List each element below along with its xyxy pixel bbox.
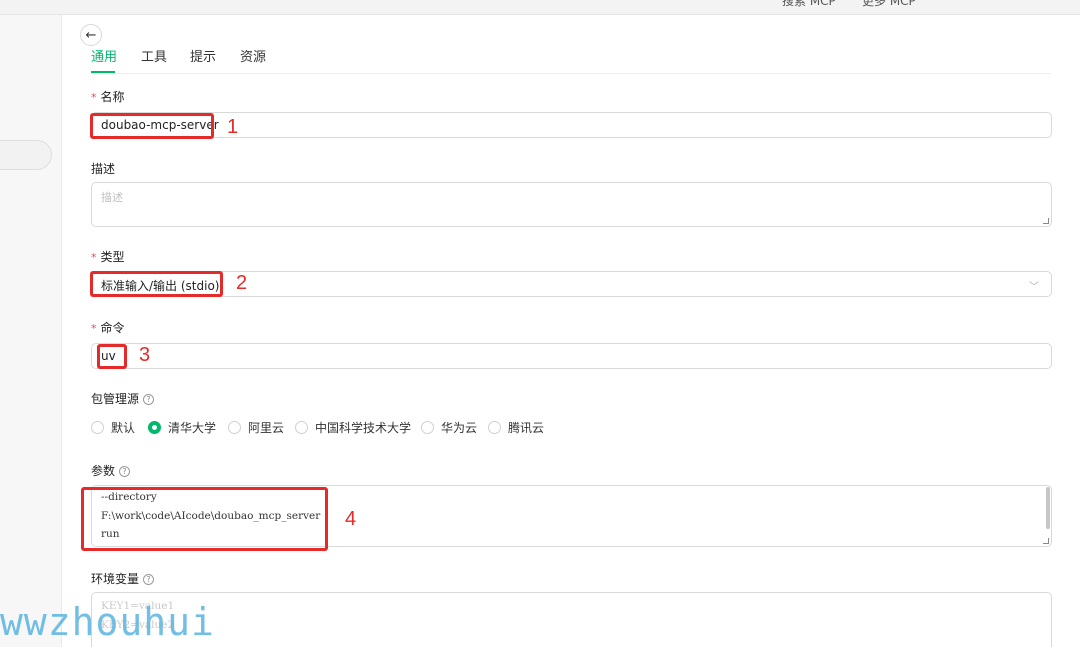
args-label: 参数? — [91, 462, 131, 479]
top-bar: 搜索 MCP 更多 MCP — [0, 0, 1080, 15]
radio-circle — [488, 421, 501, 434]
radio-aliyun[interactable]: 阿里云 — [228, 419, 284, 436]
radio-circle — [421, 421, 434, 434]
resize-handle-icon[interactable] — [1043, 538, 1049, 544]
annotation-number-4: 4 — [345, 508, 357, 530]
name-label: * 名称 — [91, 90, 125, 104]
radio-huawei[interactable]: 华为云 — [421, 419, 477, 436]
required-mark: * — [91, 91, 97, 104]
search-mcp-link[interactable]: 搜索 MCP — [782, 0, 836, 9]
resize-handle-icon[interactable] — [1043, 218, 1049, 224]
radio-circle — [91, 421, 104, 434]
radio-circle — [228, 421, 241, 434]
tab-prompts[interactable]: 提示 — [190, 46, 216, 65]
annotation-box-1 — [90, 113, 214, 139]
radio-circle — [295, 421, 308, 434]
more-mcp-link[interactable]: 更多 MCP — [862, 0, 916, 9]
tab-general[interactable]: 通用 — [91, 46, 117, 65]
chevron-down-icon: ﹀ — [1029, 282, 1039, 293]
annotation-number-1: 1 — [227, 116, 239, 138]
description-placeholder: 描述 — [101, 191, 123, 204]
description-textarea[interactable]: 描述 — [91, 182, 1052, 227]
radio-ustc[interactable]: 中国科学技术大学 — [295, 419, 411, 436]
type-label: * 类型 — [91, 250, 125, 264]
help-icon[interactable]: ? — [119, 466, 131, 477]
mcp-settings-panel — [78, 15, 1080, 647]
sidebar-selected-item[interactable] — [0, 140, 52, 170]
help-icon[interactable]: ? — [143, 394, 155, 405]
annotation-box-2 — [90, 271, 223, 297]
env-placeholder-line: KEY1=value1 — [101, 600, 175, 612]
arrow-left-icon: ← — [85, 27, 97, 43]
back-button[interactable]: ← — [80, 24, 102, 46]
command-label: * 命令 — [91, 321, 125, 335]
tab-tools[interactable]: 工具 — [141, 46, 167, 65]
watermark: wwzhouhui — [0, 600, 215, 644]
registry-label: 包管理源? — [91, 390, 155, 407]
tabs-divider — [91, 73, 1051, 74]
required-mark: * — [91, 322, 97, 335]
command-input[interactable]: uv — [91, 343, 1052, 369]
annotation-number-2: 2 — [236, 272, 248, 294]
tab-resources[interactable]: 资源 — [240, 46, 266, 65]
required-mark: * — [91, 251, 97, 264]
radio-tencent[interactable]: 腾讯云 — [488, 419, 544, 436]
help-icon[interactable]: ? — [143, 574, 155, 585]
description-label: 描述 — [91, 162, 116, 176]
radio-tsinghua[interactable]: 清华大学 — [148, 419, 216, 436]
annotation-box-4 — [81, 487, 328, 551]
args-scrollbar[interactable] — [1046, 487, 1050, 529]
annotation-number-3: 3 — [139, 344, 151, 366]
env-textarea[interactable]: KEY1=value1 KEY2=value2 — [91, 592, 1052, 647]
sidebar — [0, 15, 62, 647]
radio-circle-checked — [148, 421, 161, 434]
annotation-box-3 — [97, 344, 127, 369]
env-label: 环境变量? — [91, 570, 155, 587]
env-placeholder-line: KEY2=value2 — [101, 618, 175, 631]
radio-default[interactable]: 默认 — [91, 419, 135, 436]
